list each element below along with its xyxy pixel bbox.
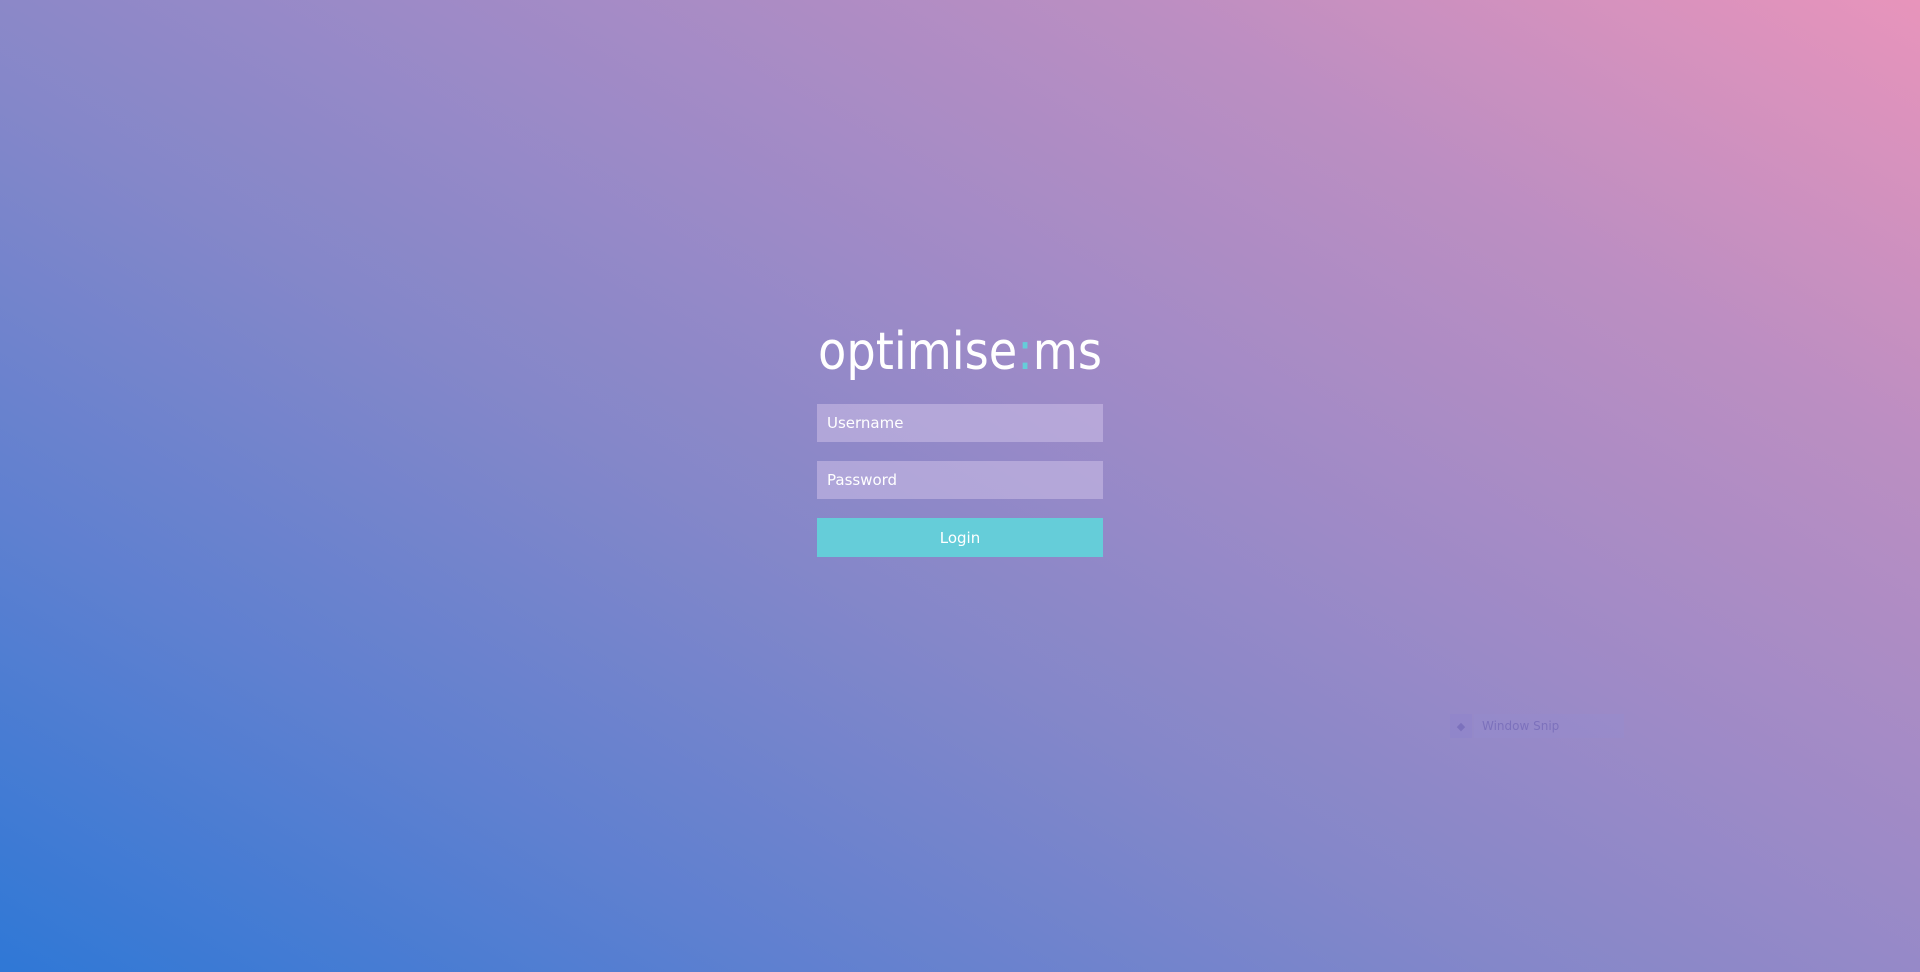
brand-logo: optimise:ms	[818, 322, 1102, 382]
snip-icon: ◆	[1450, 714, 1472, 738]
window-snip-button[interactable]: ◆ Window Snip	[1450, 714, 1624, 738]
window-snip-label: Window Snip	[1474, 714, 1624, 738]
logo-text-left: optimise	[818, 322, 1017, 382]
login-panel: optimise:ms Login	[817, 320, 1103, 557]
username-input[interactable]	[817, 404, 1103, 442]
login-button[interactable]: Login	[817, 518, 1103, 557]
logo-separator: :	[1017, 322, 1033, 382]
password-input[interactable]	[817, 461, 1103, 499]
logo-text-right: ms	[1033, 322, 1102, 382]
svg-text:optimise:ms: optimise:ms	[818, 322, 1102, 382]
